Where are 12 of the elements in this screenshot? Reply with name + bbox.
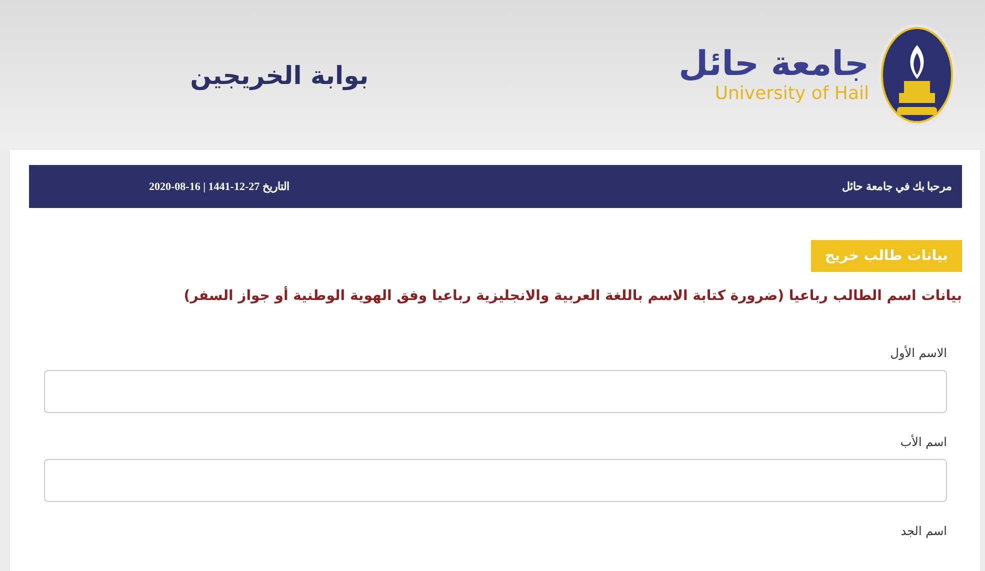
logo-arabic-text: جامعة حائل [678,46,869,84]
field-label: اسم الأب [899,435,947,449]
input-field[interactable] [44,459,947,502]
field-label: الاسم الأول [889,346,947,360]
section-heading: بيانات طالب خريج [810,240,962,272]
input-field[interactable] [44,370,947,413]
instruction-text: بيانات اسم الطالب رباعيا (ضرورة كتابة الاسم باللغة العربية والانجليزية رباعيا وفق الهوية الوطنية أو جواز السفر) [182,288,962,304]
field-label: اسم الجد [900,524,947,538]
logo-english-text: University of Hail [714,83,869,104]
welcome-text: مرحبا بك في جامعة حائل [842,180,952,193]
portal-title: بوابة الخريجين [190,60,369,90]
date-text: التاريخ 27-12-1441 | 16-08-2020 [149,180,290,193]
